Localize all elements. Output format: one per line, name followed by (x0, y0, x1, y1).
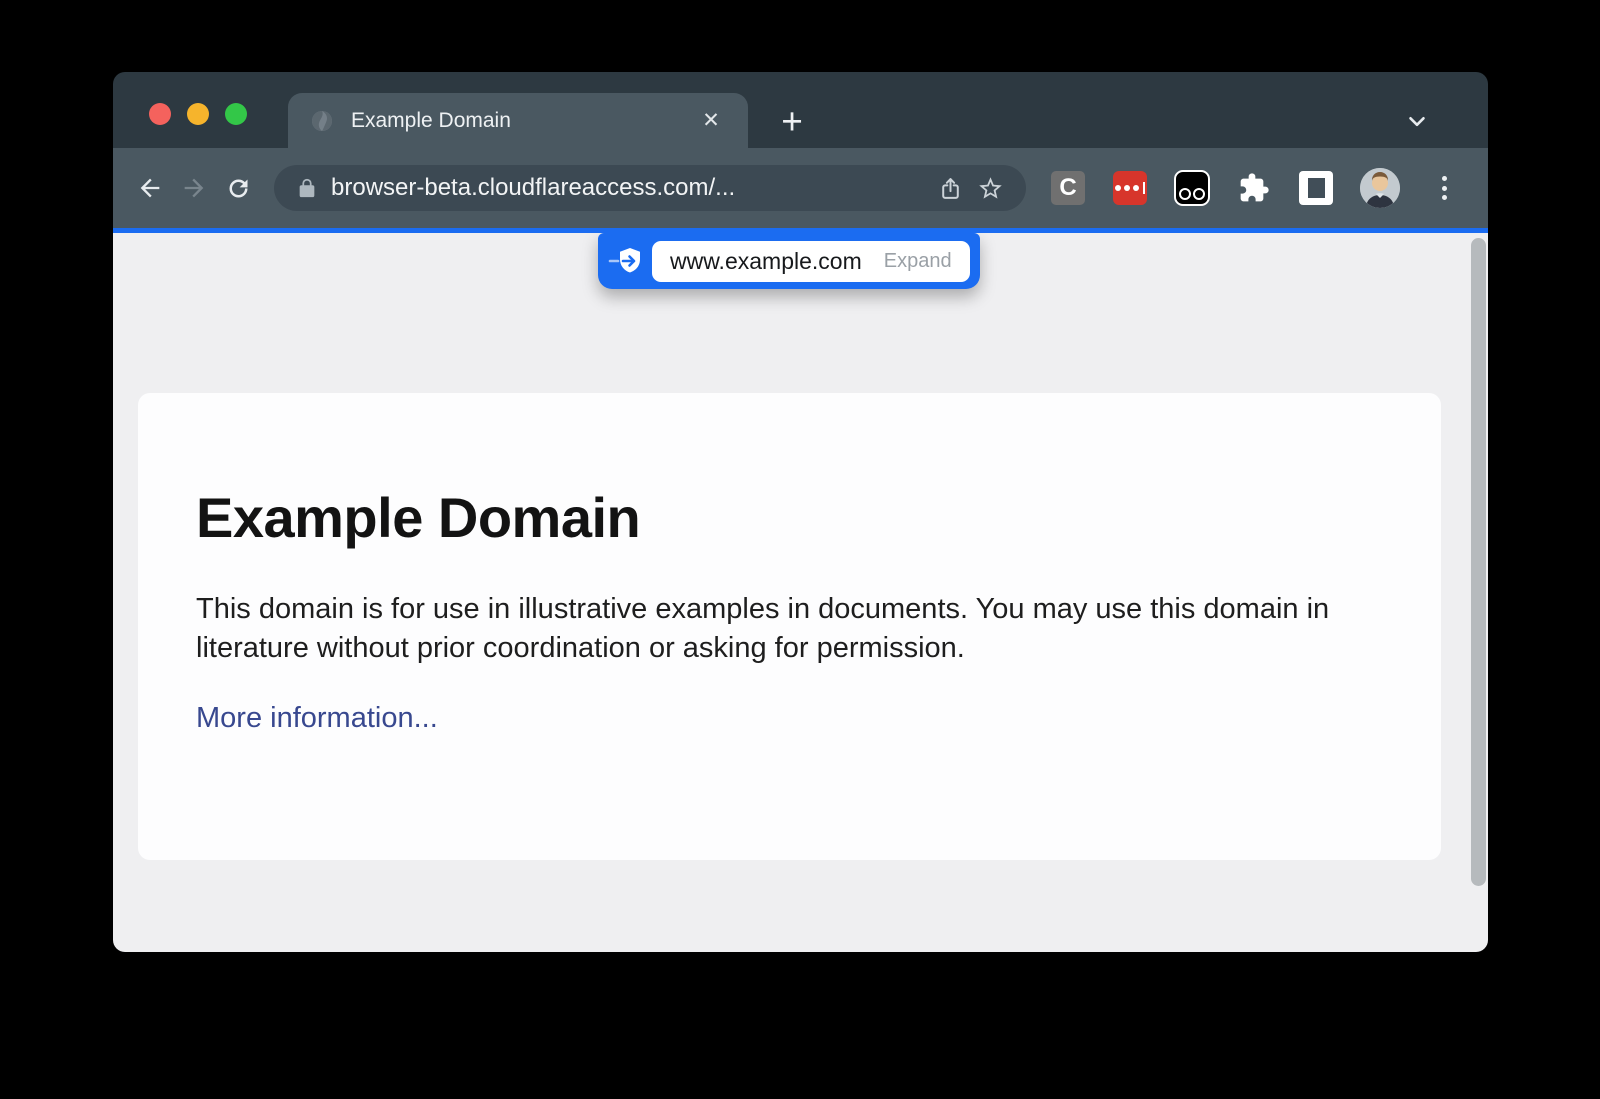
extension-c-button[interactable]: C (1050, 170, 1086, 206)
goggles-icon (1174, 170, 1210, 206)
example-domain-card: Example Domain This domain is for use in… (138, 393, 1441, 860)
star-icon (977, 175, 1004, 202)
reload-icon (225, 175, 252, 202)
lastpass-icon (1113, 171, 1147, 205)
extensions-menu-button[interactable] (1236, 170, 1272, 206)
tab-close-icon[interactable]: ✕ (696, 106, 726, 136)
share-icon (938, 176, 963, 201)
minimize-window-button[interactable] (187, 103, 209, 125)
extension-goggles-button[interactable] (1174, 170, 1210, 206)
vertical-scrollbar-thumb[interactable] (1471, 238, 1486, 886)
window-controls (149, 103, 247, 125)
expand-button[interactable]: Expand (884, 250, 952, 273)
reload-button[interactable] (216, 166, 260, 210)
page-viewport: www.example.com Expand Example Domain Th… (113, 233, 1488, 952)
extension-lastpass-button[interactable] (1112, 170, 1148, 206)
tab-strip: Example Domain ✕ + (113, 72, 1488, 148)
page-paragraph: This domain is for use in illustrative e… (196, 590, 1344, 667)
url-text[interactable]: browser-beta.cloudflareaccess.com/... (331, 174, 930, 202)
back-button[interactable] (128, 166, 172, 210)
forward-button[interactable] (172, 166, 216, 210)
isolation-pill[interactable]: www.example.com Expand (598, 233, 980, 289)
forward-arrow-icon (180, 174, 208, 202)
browser-menu-button[interactable] (1426, 170, 1462, 206)
three-dot-menu-icon (1442, 176, 1447, 200)
page-title: Example Domain (196, 485, 1383, 550)
close-window-button[interactable] (149, 103, 171, 125)
browser-window: Example Domain ✕ + (113, 72, 1488, 952)
extension-frame-button[interactable] (1298, 170, 1334, 206)
address-bar[interactable]: browser-beta.cloudflareaccess.com/... (274, 165, 1026, 211)
isolated-domain-text: www.example.com (670, 248, 862, 275)
globe-favicon-icon (310, 109, 334, 133)
avatar-photo (1360, 168, 1400, 208)
browser-tab[interactable]: Example Domain ✕ (288, 93, 748, 148)
zoom-window-button[interactable] (225, 103, 247, 125)
profile-avatar[interactable] (1360, 168, 1400, 208)
isolation-domain-box[interactable]: www.example.com Expand (652, 241, 970, 282)
c-extension-icon: C (1051, 171, 1085, 205)
more-information-link[interactable]: More information... (196, 702, 438, 735)
lock-icon[interactable] (296, 177, 318, 199)
share-button[interactable] (930, 168, 970, 208)
new-tab-button[interactable]: + (773, 102, 811, 140)
frame-icon (1299, 171, 1333, 205)
puzzle-piece-icon (1238, 172, 1270, 204)
back-arrow-icon (136, 174, 164, 202)
bookmark-button[interactable] (970, 168, 1010, 208)
browser-toolbar: browser-beta.cloudflareaccess.com/... C (113, 148, 1488, 228)
extensions-area: C (1036, 168, 1468, 208)
tab-title: Example Domain (351, 109, 696, 133)
tab-search-chevron-button[interactable] (1398, 102, 1436, 140)
chevron-down-icon (1404, 108, 1430, 134)
shield-arrow-icon (606, 244, 648, 278)
